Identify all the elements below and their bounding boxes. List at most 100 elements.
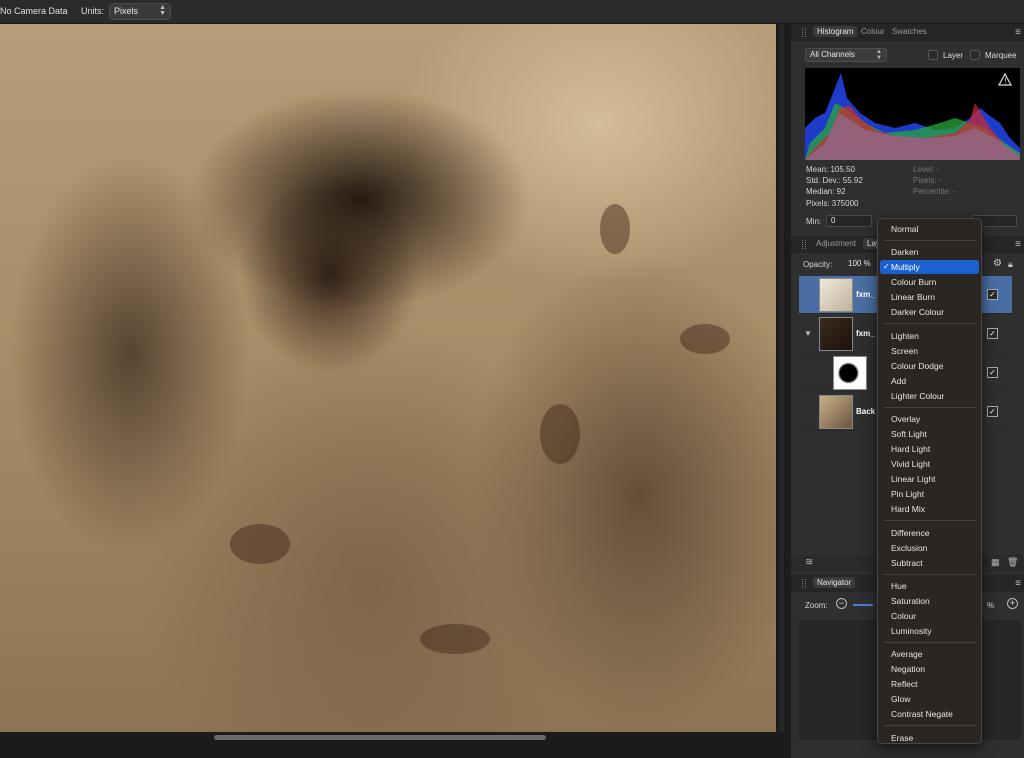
blend-mode-item-difference[interactable]: Difference [880,526,979,540]
zoom-slider[interactable] [853,604,873,606]
min-field[interactable]: 0 [826,215,872,227]
blend-mode-item-hard-light[interactable]: Hard Light [880,442,979,456]
blend-mode-label: Hue [891,581,907,591]
blend-mode-item-colour-burn[interactable]: Colour Burn [880,275,979,289]
marquee-checkbox[interactable] [970,50,980,60]
blend-mode-label: Exclusion [891,542,928,553]
zoom-label: Zoom: [805,601,828,610]
blend-mode-label: Colour Burn [891,277,937,288]
blend-mode-item-darken[interactable]: Darken [880,245,979,259]
stat-level: Level: - [913,165,940,174]
blend-mode-label: Hard Light [891,444,931,455]
visibility-checkbox[interactable]: ✓ [987,406,998,417]
menu-separator [884,573,976,575]
disclosure-triangle-icon[interactable]: ▼ [804,329,812,338]
blend-mode-item-screen[interactable]: Screen [880,344,979,358]
blend-mode-item-exclusion[interactable]: Exclusion [880,541,979,555]
blend-mode-item-hue[interactable]: Hue [880,579,979,593]
zoom-out-icon[interactable]: − [836,598,847,609]
blend-mode-item-multiply[interactable]: ✓ Multiply [880,260,979,275]
blend-mode-label: Linear Light [891,474,936,485]
layer-name: fxm_ [856,290,875,299]
gear-icon[interactable]: ⚙ [993,258,1002,269]
layer-checkbox[interactable] [928,50,938,60]
opacity-field[interactable]: 100 % [843,258,877,270]
histogram-graph: ! [805,68,1020,160]
stepper-arrows-icon: ▲ ▼ [159,4,166,17]
panel-grip-icon[interactable] [802,28,806,37]
stat-mean: Mean: 105.50 [806,165,855,174]
blend-mode-label: Lighter Colour [891,390,945,401]
blend-mode-item-normal[interactable]: Normal [880,222,979,236]
horizontal-scrollbar[interactable] [214,735,546,740]
tab-navigator[interactable]: Navigator [813,577,856,588]
vertical-scrollbar[interactable] [779,24,784,732]
checkmark-icon: ✓ [883,262,890,272]
blend-mode-item-hard-mix[interactable]: Hard Mix [880,502,979,516]
channels-value: All Channels [810,50,855,59]
blend-mode-item-contrast-negate[interactable]: Contrast Negate [880,707,979,721]
blend-mode-label: Saturation [891,596,930,606]
panel-menu-icon[interactable]: ≡ [1015,27,1021,38]
trash-icon[interactable]: 🗑︎ [1007,557,1018,568]
visibility-checkbox[interactable]: ✓ [987,289,998,300]
blend-mode-label: Add [891,375,907,386]
blend-mode-item-lighter-colour[interactable]: Lighter Colour [880,389,979,403]
tab-adjustment[interactable]: Adjustment [816,239,856,248]
units-dropdown[interactable]: Pixels ▲ ▼ [109,3,171,20]
menu-separator [884,725,976,727]
blend-mode-item-linear-light[interactable]: Linear Light [880,472,979,486]
blend-mode-item-negation[interactable]: Negation [880,662,979,676]
panel-menu-icon[interactable]: ≡ [1015,578,1021,589]
mask-thumbnail [833,356,867,390]
stat-median: Median: 92 [806,187,846,196]
panel-menu-icon[interactable]: ≡ [1015,239,1021,250]
blend-mode-item-erase[interactable]: Erase [880,731,979,745]
layer-thumbnail [819,317,853,351]
blend-mode-label: Difference [891,527,930,538]
layers-stack-icon[interactable]: ≋ [805,557,813,568]
document-image[interactable] [0,24,776,732]
blend-mode-item-colour[interactable]: Colour [880,609,979,623]
canvas-area[interactable] [0,24,788,758]
blend-mode-label: Reflect [891,679,918,690]
blend-mode-item-vivid-light[interactable]: Vivid Light [880,457,979,471]
zoom-in-icon[interactable]: + [1007,598,1018,609]
blend-mode-item-glow[interactable]: Glow [880,692,979,706]
tab-histogram[interactable]: Histogram [813,26,858,37]
blend-mode-label: Hard Mix [891,504,926,515]
blend-mode-label: Contrast Negate [891,709,953,720]
stat-pixels-selected: Pixels: - [913,176,942,185]
blend-mode-label: Lighten [891,330,919,341]
blend-mode-menu[interactable]: Normal Darken ✓ Multiply Colour Burn Linear B… [877,218,982,744]
blend-mode-item-saturation[interactable]: Saturation [880,594,979,608]
blend-mode-item-overlay[interactable]: Overlay [880,412,979,426]
blend-mode-item-colour-dodge[interactable]: Colour Dodge [880,359,979,373]
blend-mode-item-reflect[interactable]: Reflect [880,677,979,691]
blend-mode-item-lighten[interactable]: Lighten [880,329,979,343]
blend-mode-item-soft-light[interactable]: Soft Light [880,427,979,441]
zoom-value[interactable]: % [987,601,994,610]
channels-dropdown[interactable]: All Channels ▲ ▼ [805,48,887,62]
svg-text:!: ! [1004,77,1006,86]
blend-mode-label: Normal [891,224,919,234]
panel-grip-icon[interactable] [802,240,806,249]
tab-colour[interactable]: Colour [861,27,885,36]
visibility-checkbox[interactable]: ✓ [987,328,998,339]
visibility-checkbox[interactable]: ✓ [987,367,998,378]
blend-mode-label: Erase [891,732,914,743]
lock-icon[interactable]: 🔒︎ [1008,259,1013,270]
context-toolbar: No Camera Data Units: Pixels ▲ ▼ [0,0,1024,24]
blend-mode-item-add[interactable]: Add [880,374,979,388]
grid-icon[interactable]: ▦ [991,557,1000,568]
blend-mode-item-darker-colour[interactable]: Darker Colour [880,305,979,319]
tab-swatches[interactable]: Swatches [892,27,927,36]
panel-grip-icon[interactable] [802,579,806,588]
blend-mode-item-pin-light[interactable]: Pin Light [880,487,979,501]
blend-mode-label: Pin Light [891,489,925,500]
layer-name: fxm_ [856,329,875,338]
blend-mode-item-luminosity[interactable]: Luminosity [880,624,979,638]
blend-mode-item-average[interactable]: Average [880,647,979,661]
blend-mode-item-subtract[interactable]: Subtract [880,556,979,570]
blend-mode-item-linear-burn[interactable]: Linear Burn [880,290,979,304]
